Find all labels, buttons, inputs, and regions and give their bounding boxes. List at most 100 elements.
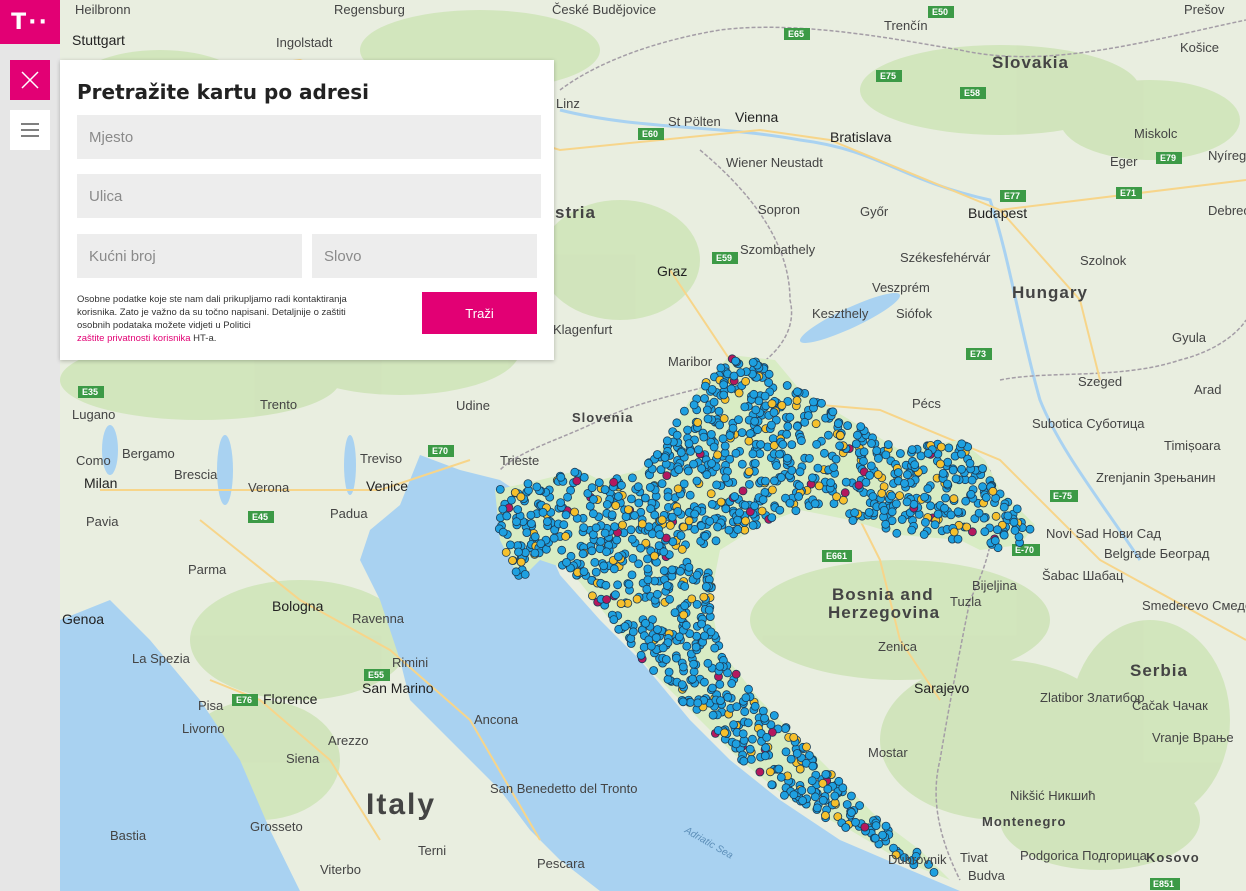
- coverage-marker[interactable]: [674, 465, 684, 475]
- coverage-marker[interactable]: [978, 464, 987, 473]
- coverage-marker[interactable]: [781, 747, 791, 757]
- coverage-marker[interactable]: [720, 441, 730, 451]
- coverage-marker[interactable]: [716, 696, 725, 705]
- coverage-marker[interactable]: [702, 405, 712, 415]
- coverage-marker[interactable]: [680, 601, 690, 611]
- coverage-marker[interactable]: [543, 517, 552, 526]
- coverage-marker[interactable]: [703, 658, 713, 668]
- close-panel-button[interactable]: [10, 60, 50, 100]
- coverage-marker[interactable]: [936, 459, 945, 469]
- coverage-marker[interactable]: [835, 430, 845, 440]
- coverage-marker[interactable]: [851, 817, 860, 827]
- coverage-marker[interactable]: [549, 533, 559, 543]
- coverage-marker[interactable]: [689, 659, 698, 669]
- coverage-marker[interactable]: [508, 556, 517, 565]
- coverage-marker[interactable]: [715, 662, 725, 671]
- coverage-marker[interactable]: [949, 527, 959, 537]
- coverage-marker[interactable]: [843, 421, 852, 431]
- coverage-marker[interactable]: [665, 594, 674, 604]
- coverage-marker[interactable]: [692, 570, 702, 580]
- coverage-marker[interactable]: [744, 467, 754, 477]
- coverage-marker[interactable]: [805, 751, 814, 760]
- coverage-marker[interactable]: [821, 770, 831, 779]
- coverage-marker[interactable]: [715, 680, 725, 689]
- coverage-marker[interactable]: [824, 430, 833, 440]
- coverage-marker[interactable]: [599, 561, 609, 571]
- coverage-marker[interactable]: [787, 465, 797, 475]
- coverage-marker[interactable]: [628, 627, 638, 637]
- coverage-marker[interactable]: [684, 439, 694, 449]
- coverage-marker[interactable]: [699, 592, 709, 602]
- coverage-marker[interactable]: [685, 490, 695, 500]
- coverage-marker[interactable]: [921, 518, 930, 527]
- coverage-marker[interactable]: [570, 507, 579, 517]
- letter-input[interactable]: [312, 234, 537, 278]
- coverage-marker[interactable]: [711, 536, 721, 546]
- coverage-marker[interactable]: [743, 718, 753, 728]
- coverage-marker[interactable]: [991, 511, 1001, 521]
- coverage-marker[interactable]: [870, 833, 880, 843]
- coverage-marker[interactable]: [896, 449, 905, 458]
- coverage-marker[interactable]: [644, 458, 653, 468]
- coverage-marker[interactable]: [516, 557, 526, 567]
- coverage-marker[interactable]: [522, 528, 532, 537]
- coverage-marker[interactable]: [830, 791, 840, 801]
- coverage-marker[interactable]: [785, 412, 795, 422]
- coverage-marker[interactable]: [611, 590, 620, 600]
- coverage-marker[interactable]: [859, 456, 868, 466]
- coverage-marker[interactable]: [797, 786, 807, 795]
- city-input[interactable]: [77, 115, 541, 159]
- coverage-marker[interactable]: [643, 575, 653, 585]
- coverage-marker[interactable]: [683, 425, 692, 435]
- coverage-marker[interactable]: [734, 415, 743, 425]
- coverage-marker[interactable]: [670, 608, 680, 617]
- coverage-marker[interactable]: [776, 772, 786, 782]
- coverage-marker[interactable]: [693, 698, 703, 708]
- coverage-marker[interactable]: [689, 459, 698, 469]
- coverage-marker[interactable]: [579, 567, 589, 576]
- coverage-marker[interactable]: [745, 479, 754, 489]
- coverage-marker[interactable]: [723, 692, 733, 702]
- coverage-marker[interactable]: [767, 780, 777, 790]
- coverage-marker[interactable]: [716, 497, 726, 507]
- coverage-marker[interactable]: [767, 399, 777, 409]
- search-button[interactable]: Traži: [422, 292, 537, 334]
- coverage-marker[interactable]: [847, 808, 856, 817]
- coverage-marker[interactable]: [834, 776, 844, 786]
- coverage-marker[interactable]: [814, 481, 824, 491]
- coverage-marker[interactable]: [770, 476, 779, 486]
- coverage-marker[interactable]: [712, 480, 721, 490]
- coverage-marker[interactable]: [662, 471, 672, 481]
- coverage-marker[interactable]: [974, 508, 984, 518]
- coverage-marker[interactable]: [636, 543, 645, 553]
- coverage-marker[interactable]: [923, 449, 933, 458]
- coverage-marker[interactable]: [677, 545, 687, 554]
- coverage-marker[interactable]: [765, 767, 775, 777]
- coverage-marker[interactable]: [807, 785, 816, 795]
- coverage-marker[interactable]: [758, 495, 768, 505]
- coverage-marker[interactable]: [940, 503, 949, 513]
- coverage-marker[interactable]: [957, 464, 966, 474]
- coverage-marker[interactable]: [883, 440, 893, 450]
- coverage-marker[interactable]: [732, 702, 742, 711]
- coverage-marker[interactable]: [789, 790, 799, 800]
- coverage-marker[interactable]: [877, 488, 887, 498]
- coverage-marker[interactable]: [556, 498, 565, 508]
- coverage-marker[interactable]: [700, 677, 709, 687]
- coverage-marker[interactable]: [729, 371, 739, 381]
- coverage-marker[interactable]: [708, 683, 717, 693]
- coverage-marker[interactable]: [847, 791, 856, 801]
- coverage-marker[interactable]: [792, 396, 802, 405]
- coverage-marker[interactable]: [739, 756, 749, 766]
- menu-button[interactable]: [10, 110, 50, 150]
- coverage-marker[interactable]: [708, 710, 718, 720]
- coverage-marker[interactable]: [961, 496, 971, 506]
- coverage-marker[interactable]: [812, 439, 821, 449]
- coverage-marker[interactable]: [797, 436, 806, 446]
- coverage-marker[interactable]: [686, 446, 695, 456]
- coverage-marker[interactable]: [780, 790, 789, 800]
- coverage-marker[interactable]: [800, 417, 810, 427]
- coverage-marker[interactable]: [600, 485, 610, 495]
- coverage-marker[interactable]: [520, 570, 530, 579]
- coverage-marker[interactable]: [916, 451, 926, 461]
